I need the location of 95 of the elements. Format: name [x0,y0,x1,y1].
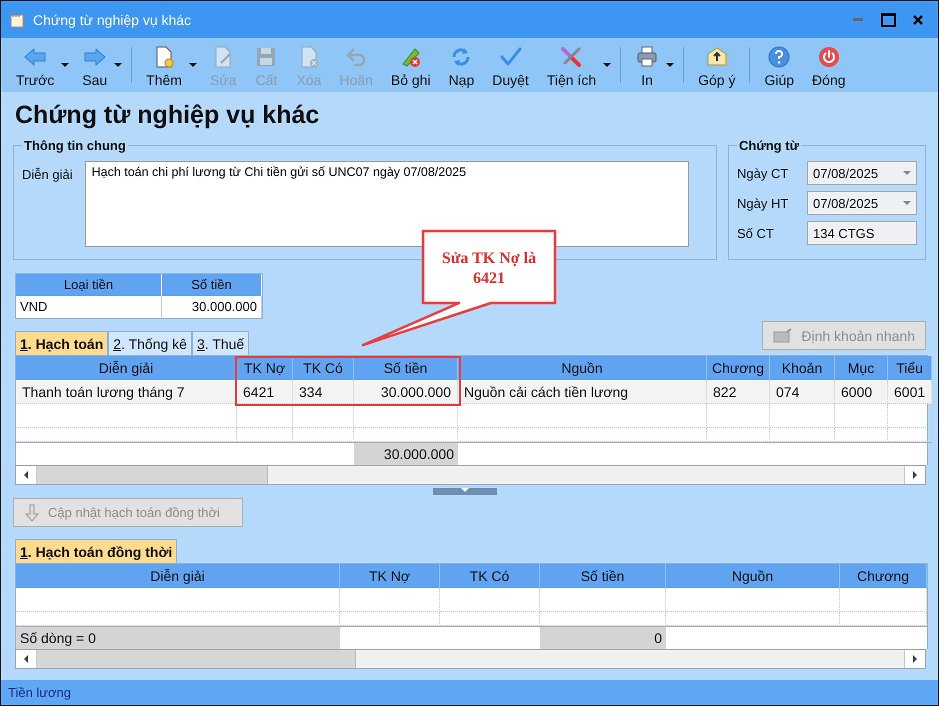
table-cell: 074 [770,380,835,404]
callout-text: Sửa TK Nợ là 6421 [441,249,537,289]
scrollbar-thumb[interactable] [37,466,268,484]
toolbar-button[interactable]: Trước [7,42,64,88]
column-header: Số tiền [354,356,458,380]
caret-icon[interactable] [603,63,612,67]
tab[interactable]: 2. Thống kê [108,331,192,355]
column-header: TK Nợ [237,356,293,380]
toolbar-button[interactable]: Đóng [803,42,855,88]
table-cell: Nguồn cải cách tiền lương [458,380,707,404]
empty-cell [707,404,770,428]
field-label: Số CT [737,226,774,240]
power-icon [816,44,841,68]
column-header: Nguồn [666,564,840,588]
toolbar-button[interactable]: Thêm [137,42,191,88]
column-header: TK Nợ [340,564,440,588]
toolbar-button[interactable]: Bỏ ghi [382,42,440,88]
column-header: Nguồn [458,356,707,380]
empty-cell [888,428,932,442]
window-title: Chứng từ nghiệp vụ khác [33,12,192,28]
table-cell: 30.000.000 [162,296,262,318]
toolbar-button[interactable]: Giúp [755,42,804,88]
printer-icon [635,44,660,68]
column-header: Diễn giải [16,356,237,380]
table-cell: 6000 [835,380,888,404]
card-icon [773,328,794,344]
toolbar-button[interactable]: In [626,42,668,88]
field-label: Ngày CT [737,166,788,180]
tab[interactable]: 3. Thuế [192,331,250,355]
field-label: Ngày HT [737,196,788,210]
splitter-handle[interactable] [433,488,497,495]
row-count-cell: Số dòng = 0 [16,626,340,649]
help-icon [767,44,792,68]
date-field[interactable]: 07/08/2025 [807,191,917,215]
empty-cell [888,404,932,428]
toolbar-button[interactable]: Sau [73,42,116,88]
checkmark-icon [498,44,523,68]
notepad-icon [9,12,25,28]
column-header: Mục [835,356,888,380]
column-header: Tiểu [888,356,932,380]
column-header: Số tiền [162,274,262,296]
tab[interactable]: 1. Hạch toán [15,331,108,355]
close-icon [912,14,924,26]
scroll-right-button[interactable] [904,650,925,668]
horizontal-scrollbar[interactable] [15,465,926,485]
group-title: Chứng từ [738,138,800,153]
empty-cell [707,428,770,442]
caret-icon[interactable] [61,63,70,67]
empty-cell [835,404,888,428]
column-header: Khoản [770,356,835,380]
caret-icon[interactable] [114,63,122,67]
status-text: Tiền lương [8,685,71,700]
toolbar-button[interactable]: Góp ý [689,42,744,88]
table-cell: 334 [293,380,354,404]
table-cell: 6001 [888,380,932,404]
table-cell: 6421 [237,380,293,404]
table-cell: Thanh toán lương tháng 7 [16,380,237,404]
total-cell: 30.000.000 [354,442,458,465]
table-cell: VND [16,296,162,318]
horizontal-scrollbar[interactable] [15,649,926,669]
empty-cell [293,428,354,442]
scroll-right-button[interactable] [904,466,925,484]
empty-cell [770,428,835,442]
column-header: Số tiền [540,564,666,588]
field-label: Diễn giải [22,166,73,184]
empty-cell [293,404,354,428]
tools-icon [559,44,584,68]
tab[interactable]: 1. Hạch toán đồng thời [15,539,178,563]
total-cell: 0 [540,626,666,649]
scroll-left-button[interactable] [16,650,37,668]
empty-cell [237,428,293,442]
toolbar-button[interactable]: Nạp [440,42,484,88]
arrow-down-icon [24,504,40,522]
caret-icon[interactable] [666,63,674,67]
empty-cell [237,404,293,428]
scrollbar-thumb[interactable] [37,650,356,668]
table-cell: 30.000.000 [354,380,458,404]
caret-icon[interactable] [188,63,197,67]
description-field[interactable]: Hạch toán chi phí lương từ Chi tiền gửi số UNC07 ngày 07/08/2025 [84,161,689,247]
column-header: Chương [840,564,927,588]
column-header: TK Có [440,564,540,588]
text-field[interactable]: 134 CTGS [807,221,917,245]
date-field[interactable]: 07/08/2025 [807,161,917,185]
form-heading: Chứng từ nghiệp vụ khác [15,101,320,131]
column-header: TK Có [293,356,354,380]
empty-cell [770,404,835,428]
toolbar-button[interactable]: Tiện ích [538,42,606,88]
column-header: Loại tiền [16,274,162,296]
column-header: Chương [707,356,770,380]
group-title: Thông tin chung [23,138,127,153]
column-header: Diễn giải [16,564,340,588]
scroll-left-button[interactable] [16,466,37,484]
toolbar-button[interactable]: Duyệt [483,42,538,88]
table-cell: 822 [707,380,770,404]
empty-cell [835,428,888,442]
